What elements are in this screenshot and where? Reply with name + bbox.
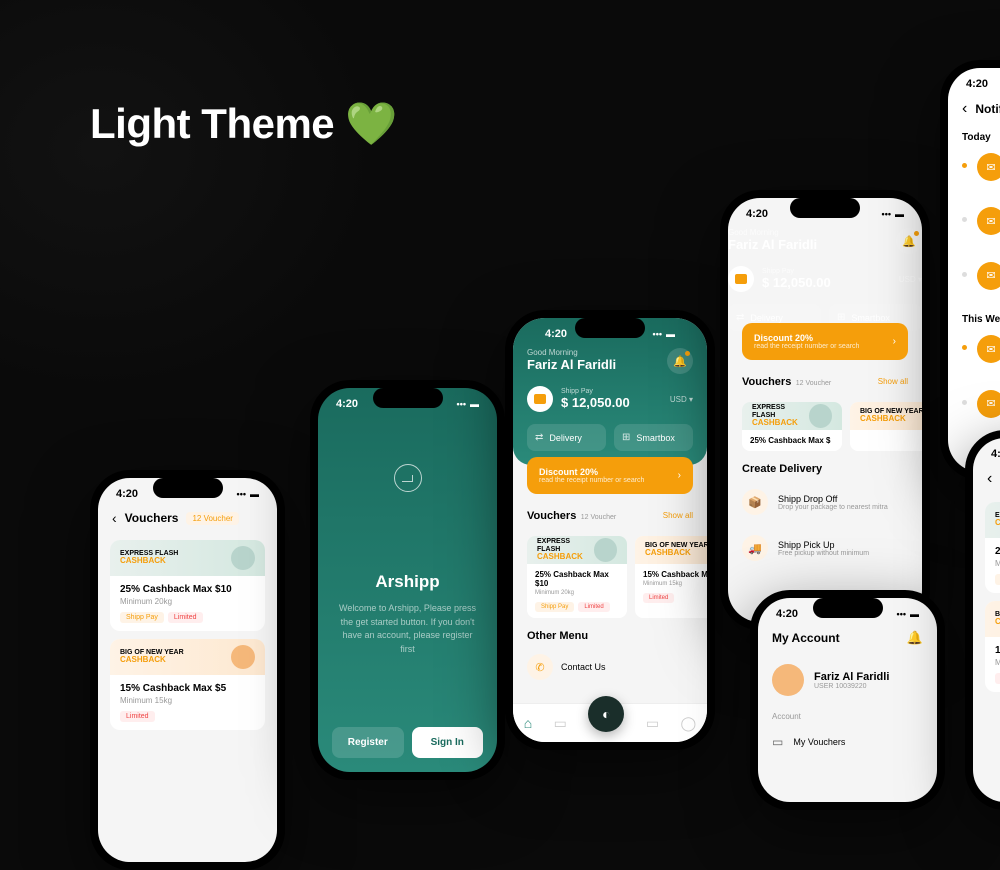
app-logo-icon <box>394 464 422 492</box>
voucher-subtitle: Minimum 20kg <box>120 597 255 606</box>
user-name: Fariz Al Faridli <box>527 357 616 372</box>
phone-icon: ✆ <box>527 654 553 680</box>
balance-amount: $ 12,050.00 <box>561 395 662 410</box>
phone-notifications: 4:20•••▬ ‹ Notification 12 Un Today ✉ Yo… <box>940 60 1000 480</box>
avatar <box>772 664 804 696</box>
notification-type-icon: ✉ <box>977 390 1000 418</box>
chevron-right-icon: › <box>678 470 681 481</box>
voucher-card[interactable]: EXPRESS FLASHCASHBACK 25% Cashback Max $ <box>742 402 842 451</box>
drop-off-item[interactable]: 📦 Shipp Drop OffDrop your package to nea… <box>728 479 922 525</box>
account-section-label: Account <box>758 708 937 725</box>
voucher-card[interactable]: BIG OF NEW YEARCASHBACK 15% Cashback Max… <box>985 601 1000 692</box>
phone-home-scrolled: 4:20•••▬ Good MorningFariz Al Faridli 🔔 … <box>720 190 930 630</box>
status-bar: 4:20 <box>973 438 1000 464</box>
notification-bell-icon[interactable]: 🔔 <box>896 228 922 254</box>
voucher-subtitle: Minimum 15kg <box>120 696 255 705</box>
notification-type-icon: ✉ <box>977 207 1000 235</box>
discount-banner[interactable]: Discount 20% read the receipt number or … <box>527 457 693 494</box>
smartbox-icon: ⊞ <box>622 432 630 443</box>
unread-dot-icon <box>962 163 967 168</box>
vouchers-heading: Vouchers <box>527 510 576 522</box>
voucher-card[interactable]: EXPRESS FLASHCASHBACK 25% Cashback Max $… <box>110 540 265 631</box>
notification-item[interactable]: ✉ Your tracking nu... which can be u... … <box>948 325 1000 379</box>
voucher-card[interactable]: EXPRESS FLASHCASHBACK 25% Cashback Max $… <box>527 536 627 618</box>
vouchers-title: Vouchers <box>125 511 179 525</box>
notification-title: Notification <box>975 102 1000 116</box>
voucher-card[interactable]: BIG OF NEW YEARCASHBACK 15% Cashback Ma … <box>635 536 707 618</box>
discount-banner[interactable]: Discount 20%read the receipt number or s… <box>742 323 908 360</box>
notification-item[interactable]: ✉ Your tracking nu... which can be us...… <box>948 143 1000 197</box>
show-all-link[interactable]: Show all <box>663 511 693 520</box>
page-title: Light Theme 💚 <box>90 100 397 149</box>
nav-home-icon[interactable]: ⌂ <box>524 715 532 731</box>
nav-profile-icon[interactable]: ◯ <box>681 715 697 732</box>
pickup-icon: 🚚 <box>742 535 768 561</box>
app-description: Welcome to Arshipp, Please press the get… <box>338 602 477 656</box>
my-vouchers-item[interactable]: ▭ My Vouchers <box>758 725 937 759</box>
wallet-icon <box>728 266 754 292</box>
heart-icon: 💚 <box>345 100 397 147</box>
register-button[interactable]: Register <box>332 727 404 758</box>
show-all-link[interactable]: Show all <box>878 377 908 386</box>
back-icon[interactable]: ‹ <box>962 100 967 118</box>
notification-bell-icon[interactable]: 🔔 <box>667 348 693 374</box>
notification-item[interactable]: ✉ We estimate th... at your shipping... … <box>948 197 1000 251</box>
tag-limited: Limited <box>168 612 203 623</box>
app-name: Arshipp <box>375 572 439 592</box>
nav-fab-button[interactable]: ◐ <box>588 696 624 732</box>
dropoff-icon: 📦 <box>742 489 768 515</box>
tag-limited: Limited <box>120 711 155 722</box>
signin-button[interactable]: Sign In <box>412 727 484 758</box>
currency-selector[interactable]: USD ▾ <box>670 395 693 404</box>
pickup-item[interactable]: 🚚 Shipp Pick UpFree pickup without minim… <box>728 525 922 571</box>
delivery-icon: ⇄ <box>535 432 543 443</box>
phone-vouchers: 4:20 •••▬ ‹ Vouchers 12 Voucher EXPRESS … <box>90 470 285 870</box>
chevron-right-icon: › <box>893 336 896 347</box>
smartbox-button[interactable]: ⊞Smartbox <box>614 424 693 451</box>
create-delivery-heading: Create Delivery <box>742 463 908 475</box>
back-icon[interactable]: ‹ <box>112 510 117 526</box>
notification-type-icon: ✉ <box>977 262 1000 290</box>
voucher-card[interactable]: EXPRESS FLASHCASHBACK 25% Cashback Max M… <box>985 502 1000 593</box>
phone-vouchers-right: 4:20 ‹ Vouchers 12 Vouc EXPRESS FLASHCAS… <box>965 430 1000 810</box>
nav-receipt-icon[interactable]: ▭ <box>554 715 567 732</box>
notification-type-icon: ✉ <box>977 335 1000 363</box>
phone-account: 4:20•••▬ My Account 🔔 Fariz Al FaridliUS… <box>750 590 945 810</box>
back-icon[interactable]: ‹ <box>987 470 992 488</box>
delivery-button[interactable]: ⇄Delivery <box>527 424 606 451</box>
notification-type-icon: ✉ <box>977 153 1000 181</box>
voucher-graphic <box>231 645 255 669</box>
notification-item[interactable]: ✉ Your package h... destination⏱ 12 hour… <box>948 252 1000 306</box>
other-menu-heading: Other Menu <box>527 630 693 642</box>
voucher-card[interactable]: BIG OF NEW YEARCASHBACK <box>850 402 922 451</box>
voucher-card[interactable]: BIG OF NEW YEARCASHBACK 15% Cashback Max… <box>110 639 265 730</box>
status-bar: 4:20•••▬ <box>948 68 1000 94</box>
balance-label: Shipp Pay <box>561 388 662 395</box>
phone-login: 4:20 •••▬ Arshipp Welcome to Arshipp, Pl… <box>310 380 505 780</box>
tag-shipp-pay: Shipp Pay <box>120 612 164 623</box>
voucher-title: 25% Cashback Max $10 <box>120 584 255 595</box>
wallet-icon <box>527 386 553 412</box>
voucher-graphic <box>231 546 255 570</box>
my-account-title: My Account <box>772 631 840 645</box>
voucher-title: 15% Cashback Max $5 <box>120 683 255 694</box>
thisweek-label: This Week <box>948 306 1000 325</box>
voucher-count-badge: 12 Voucher <box>186 512 238 525</box>
greeting: Good Morning <box>527 348 616 357</box>
notification-bell-icon[interactable]: 🔔 <box>907 630 923 646</box>
bottom-nav: ⌂ ▭ ◐ ▭ ◯ <box>513 703 707 742</box>
notification-item[interactable]: ✉ We estimate th... at your shipping...⏱… <box>948 380 1000 434</box>
phone-home: 4:20 •••▬ Good Morning Fariz Al Faridli … <box>505 310 715 750</box>
account-profile[interactable]: Fariz Al FaridliUSER 10039220 <box>758 652 937 708</box>
nav-chat-icon[interactable]: ▭ <box>646 715 659 732</box>
voucher-icon: ▭ <box>772 735 783 749</box>
today-label: Today <box>948 124 1000 143</box>
currency-selector[interactable]: USD ▾ <box>899 275 922 284</box>
contact-us-item[interactable]: ✆ Contact Us <box>513 646 707 688</box>
